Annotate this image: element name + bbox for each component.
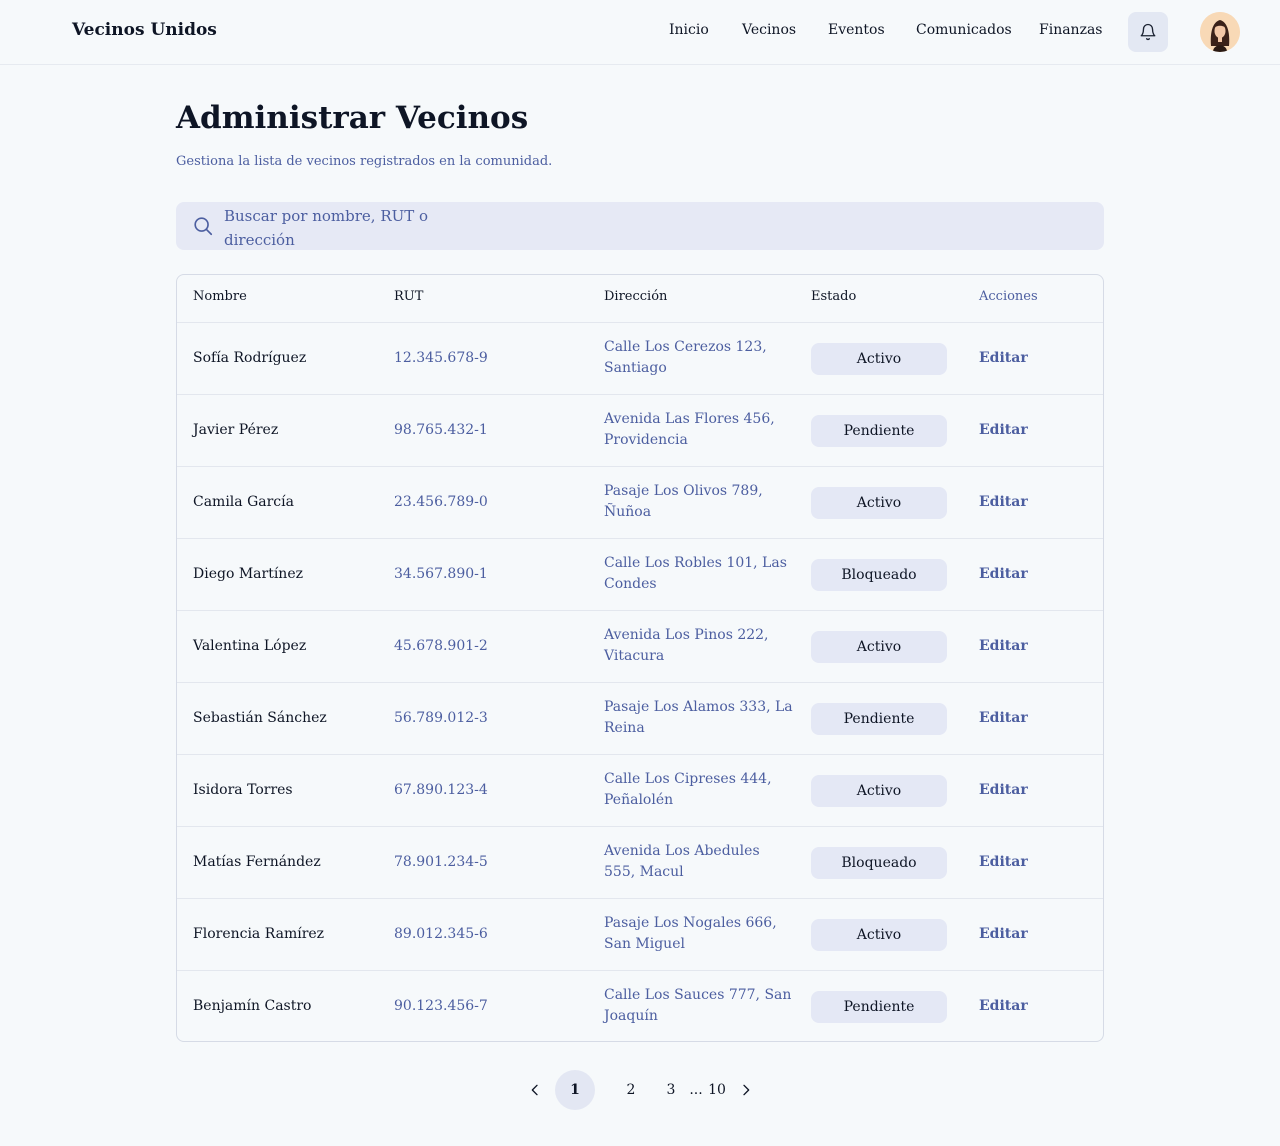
cell-nombre: Camila García (193, 494, 294, 510)
cell-nombre: Diego Martínez (193, 566, 303, 582)
table-header: Nombre RUT Dirección Estado Acciones (177, 275, 1103, 323)
cell-nombre: Javier Pérez (193, 422, 279, 438)
cell-nombre: Benjamín Castro (193, 998, 312, 1014)
user-avatar[interactable] (1200, 12, 1240, 52)
cell-direccion: Calle Los Cipreses 444, Peñalolén (604, 771, 772, 808)
chevron-right-icon (743, 1084, 750, 1096)
cell-direccion: Avenida Los Pinos 222, Vitacura (604, 627, 769, 664)
next-page-button[interactable] (733, 1070, 759, 1110)
table-row: Javier Pérez 98.765.432-1 Avenida Las Flor… (177, 395, 1103, 467)
edit-button[interactable]: Editar (979, 422, 1028, 438)
edit-button[interactable]: Editar (979, 350, 1028, 366)
table-row: Camila García 23.456.789-0 Pasaje Los Oliv… (177, 467, 1103, 539)
nav-finanzas[interactable]: Finanzas (1039, 22, 1102, 38)
top-navbar: Vecinos Unidos Inicio Vecinos Eventos Co… (0, 0, 1280, 65)
cell-nombre: Sofía Rodríguez (193, 350, 307, 366)
edit-button[interactable]: Editar (979, 782, 1028, 798)
edit-button[interactable]: Editar (979, 638, 1028, 654)
header-nombre: Nombre (193, 289, 247, 304)
cell-rut: 89.012.345-6 (394, 926, 488, 942)
chevron-left-icon (531, 1084, 538, 1096)
search-icon (192, 215, 214, 241)
status-badge: Activo (811, 919, 947, 951)
edit-button[interactable]: Editar (979, 710, 1028, 726)
bell-icon (1140, 23, 1156, 41)
vecinos-table: Nombre RUT Dirección Estado Acciones Sof… (176, 274, 1104, 1042)
cell-rut: 12.345.678-9 (394, 350, 488, 366)
cell-rut: 67.890.123-4 (394, 782, 488, 798)
cell-direccion: Calle Los Robles 101, Las Condes (604, 555, 787, 592)
table-row: Valentina López 45.678.901-2 Avenida Los P… (177, 611, 1103, 683)
pagination-ellipsis: ... (689, 1082, 703, 1098)
table-row: Benjamín Castro 90.123.456-7 Calle Los Sau… (177, 971, 1103, 1041)
cell-rut: 90.123.456-7 (394, 998, 488, 1014)
status-badge: Activo (811, 775, 947, 807)
status-badge: Bloqueado (811, 847, 947, 879)
cell-rut: 23.456.789-0 (394, 494, 488, 510)
status-badge: Bloqueado (811, 559, 947, 591)
status-badge: Activo (811, 631, 947, 663)
cell-nombre: Isidora Torres (193, 782, 293, 798)
cell-direccion: Pasaje Los Nogales 666, San Miguel (604, 915, 777, 952)
status-badge: Activo (811, 487, 947, 519)
edit-button[interactable]: Editar (979, 854, 1028, 870)
cell-direccion: Pasaje Los Olivos 789, Ñuñoa (604, 483, 763, 520)
cell-rut: 56.789.012-3 (394, 710, 488, 726)
status-badge: Pendiente (811, 991, 947, 1023)
cell-rut: 98.765.432-1 (394, 422, 488, 438)
status-badge: Pendiente (811, 703, 947, 735)
cell-nombre: Valentina López (193, 638, 307, 654)
page-1-button[interactable]: 1 (555, 1070, 595, 1110)
table-row: Diego Martínez 34.567.890-1 Calle Los Robl… (177, 539, 1103, 611)
cell-direccion: Avenida Las Flores 456, Providencia (604, 411, 775, 448)
edit-button[interactable]: Editar (979, 926, 1028, 942)
cell-direccion: Pasaje Los Alamos 333, La Reina (604, 699, 793, 736)
edit-button[interactable]: Editar (979, 566, 1028, 582)
status-badge: Pendiente (811, 415, 947, 447)
cell-direccion: Calle Los Sauces 777, San Joaquín (604, 987, 792, 1024)
cell-nombre: Matías Fernández (193, 854, 321, 870)
prev-page-button[interactable] (522, 1070, 548, 1110)
page-title: Administrar Vecinos (176, 100, 529, 136)
edit-button[interactable]: Editar (979, 494, 1028, 510)
status-badge: Activo (811, 343, 947, 375)
notifications-button[interactable] (1128, 12, 1168, 52)
header-direccion: Dirección (604, 289, 668, 304)
cell-rut: 34.567.890-1 (394, 566, 488, 582)
page-subtitle: Gestiona la lista de vecinos registrados… (176, 154, 553, 169)
cell-direccion: Calle Los Cerezos 123, Santiago (604, 339, 767, 376)
table-row: Sofía Rodríguez 12.345.678-9 Calle Los Cer… (177, 323, 1103, 395)
nav-inicio[interactable]: Inicio (669, 22, 709, 38)
table-row: Sebastián Sánchez 56.789.012-3 Pasaje Los … (177, 683, 1103, 755)
cell-nombre: Sebastián Sánchez (193, 710, 327, 726)
cell-rut: 78.901.234-5 (394, 854, 488, 870)
page-10-button[interactable]: 10 (706, 1070, 728, 1110)
page-3-button[interactable]: 3 (661, 1070, 681, 1110)
page-2-button[interactable]: 2 (621, 1070, 641, 1110)
table-row: Isidora Torres 67.890.123-4 Calle Los Cipr… (177, 755, 1103, 827)
table-row: Florencia Ramírez 89.012.345-6 Pasaje Los … (177, 899, 1103, 971)
nav-eventos[interactable]: Eventos (828, 22, 885, 38)
nav-vecinos[interactable]: Vecinos (742, 22, 796, 38)
avatar-portrait-icon (1200, 12, 1240, 52)
header-rut: RUT (394, 289, 424, 304)
nav-comunicados[interactable]: Comunicados (916, 22, 1012, 38)
cell-direccion: Avenida Los Abedules 555, Macul (604, 843, 760, 880)
edit-button[interactable]: Editar (979, 998, 1028, 1014)
cell-nombre: Florencia Ramírez (193, 926, 325, 942)
search-placeholder: Buscar por nombre, RUT o dirección (224, 207, 429, 249)
table-row: Matías Fernández 78.901.234-5 Avenida Los … (177, 827, 1103, 899)
header-acciones: Acciones (979, 289, 1038, 304)
header-estado: Estado (811, 289, 857, 304)
brand-title[interactable]: Vecinos Unidos (72, 20, 217, 40)
cell-rut: 45.678.901-2 (394, 638, 488, 654)
search-input[interactable]: Buscar por nombre, RUT o dirección (176, 202, 1104, 250)
